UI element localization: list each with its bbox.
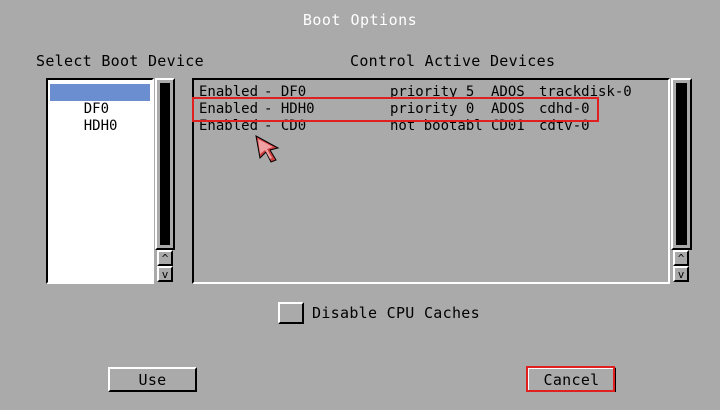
cancel-highlight-box [526, 366, 615, 392]
active-devices-scrollbar[interactable] [671, 78, 692, 250]
use-button[interactable]: Use [108, 367, 197, 392]
window-title: Boot Options [302, 11, 418, 29]
boot-device-list[interactable]: DF0 HDH0 [46, 78, 154, 284]
active-devices-scroll-down-button[interactable]: v [673, 266, 689, 282]
boot-device-scroll-down-button[interactable]: v [157, 266, 173, 282]
boot-device-item-label: HDH0 [83, 118, 118, 134]
disable-cpu-caches-checkbox[interactable] [278, 302, 304, 324]
chevron-up-icon: ^ [677, 251, 685, 265]
highlight-box [192, 97, 599, 122]
use-button-label: Use [138, 370, 167, 389]
boot-device-item-hdh0[interactable]: HDH0 [50, 101, 150, 134]
active-devices-label: Control Active Devices [350, 52, 556, 70]
boot-device-label: Select Boot Device [36, 52, 204, 70]
active-devices-scroll-knob[interactable] [676, 83, 687, 245]
mouse-pointer-icon [255, 135, 280, 163]
chevron-down-icon: v [677, 267, 685, 281]
boot-device-scroll-up-button[interactable]: ^ [157, 250, 173, 266]
boot-device-scroll-knob[interactable] [160, 83, 170, 245]
boot-device-item-df0[interactable]: DF0 [50, 84, 150, 117]
disable-cpu-caches-label: Disable CPU Caches [312, 304, 480, 322]
boot-device-scrollbar[interactable] [155, 78, 175, 250]
active-devices-scroll-up-button[interactable]: ^ [673, 250, 689, 266]
chevron-down-icon: v [161, 267, 169, 281]
chevron-up-icon: ^ [161, 251, 169, 265]
